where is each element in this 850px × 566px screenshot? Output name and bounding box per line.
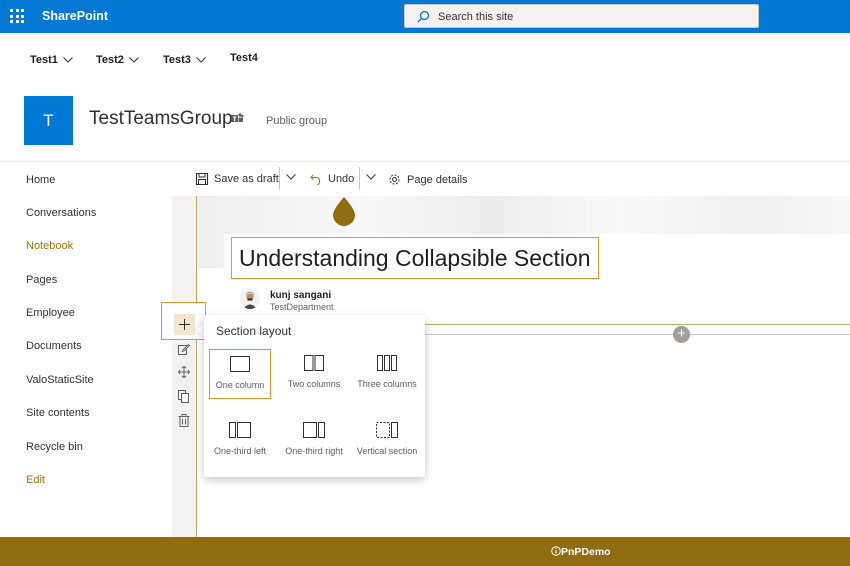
section-layout-heading: Section layout bbox=[216, 324, 292, 338]
hub-item-label: Test4 bbox=[230, 52, 258, 64]
chevron-down-icon bbox=[129, 56, 139, 63]
teams-icon[interactable]: T bbox=[231, 113, 244, 124]
two-columns-icon bbox=[304, 355, 324, 371]
page-title-text: Understanding Collapsible Section bbox=[239, 244, 591, 271]
move-section-icon[interactable] bbox=[178, 366, 190, 378]
page-details-label: Page details bbox=[407, 173, 468, 186]
layout-option-label: One-third right bbox=[285, 446, 343, 456]
layout-option-two-columns[interactable]: Two columns bbox=[283, 349, 345, 399]
nav-item-valostaticsite[interactable]: ValoStaticSite bbox=[26, 374, 94, 386]
layout-option-three-columns[interactable]: Three columns bbox=[356, 349, 418, 399]
edit-section-icon[interactable] bbox=[178, 343, 190, 355]
suite-bar: SharePoint Search this site bbox=[0, 0, 850, 33]
duplicate-section-icon[interactable] bbox=[178, 390, 190, 403]
hub-item-test3[interactable]: Test3 bbox=[163, 54, 206, 66]
app-name[interactable]: SharePoint bbox=[42, 9, 108, 23]
chevron-down-icon bbox=[63, 56, 73, 63]
plus-icon bbox=[179, 319, 190, 330]
nav-item-home[interactable]: Home bbox=[26, 174, 55, 186]
delete-section-icon[interactable] bbox=[178, 414, 190, 427]
footer-bar: PnPDemo bbox=[0, 537, 850, 566]
add-section-circle-button[interactable]: + bbox=[673, 326, 690, 343]
hub-item-label: Test1 bbox=[30, 54, 58, 66]
nav-item-pages[interactable]: Pages bbox=[26, 274, 57, 286]
chevron-down-icon bbox=[196, 56, 206, 63]
save-icon bbox=[196, 173, 208, 185]
layout-option-vertical-section[interactable]: Vertical section bbox=[356, 416, 418, 466]
layout-option-one-column[interactable]: One column bbox=[209, 349, 271, 399]
one-column-icon bbox=[230, 356, 250, 372]
site-type: Public group bbox=[266, 115, 328, 127]
command-separator bbox=[359, 167, 360, 190]
nav-item-recycle-bin[interactable]: Recycle bin bbox=[26, 441, 83, 453]
nav-item-site-contents[interactable]: Site contents bbox=[26, 407, 90, 419]
undo-label: Undo bbox=[328, 173, 355, 185]
site-logo-letter: T bbox=[43, 110, 54, 130]
footer-label-text: PnPDemo bbox=[561, 546, 611, 558]
three-columns-icon bbox=[377, 355, 397, 371]
nav-item-conversations[interactable]: Conversations bbox=[26, 207, 96, 219]
flyout-beak bbox=[196, 322, 204, 338]
layout-option-label: Vertical section bbox=[356, 446, 418, 456]
layout-option-label: Three columns bbox=[357, 379, 417, 389]
one-third-left-icon bbox=[229, 422, 251, 438]
undo-options-dropdown[interactable] bbox=[366, 174, 376, 180]
author-name[interactable]: kunj sangani bbox=[270, 290, 331, 301]
search-icon bbox=[417, 10, 430, 23]
chevron-down-icon bbox=[366, 174, 376, 180]
save-as-draft-label: Save as draft bbox=[214, 173, 279, 185]
search-placeholder: Search this site bbox=[438, 11, 514, 23]
command-bar: Save as draft Undo Page details bbox=[172, 162, 850, 196]
chevron-down-icon bbox=[286, 174, 296, 180]
command-separator bbox=[279, 167, 280, 190]
hub-item-label: Test2 bbox=[96, 54, 124, 66]
layout-option-label: One column bbox=[215, 380, 265, 390]
author-department: TestDepartment bbox=[270, 302, 334, 312]
left-navigation: Home Conversations Notebook Pages Employ… bbox=[0, 162, 172, 537]
site-logo[interactable]: T bbox=[24, 96, 73, 145]
site-title[interactable]: TestTeamsGroup bbox=[89, 108, 233, 130]
page-details-button[interactable]: Page details bbox=[388, 173, 468, 186]
hub-navigation: Test1 Test2 Test3 Test4 bbox=[0, 52, 850, 72]
page-title[interactable]: Understanding Collapsible Section bbox=[231, 237, 599, 279]
save-options-dropdown[interactable] bbox=[286, 174, 296, 180]
nav-edit-link[interactable]: Edit bbox=[26, 474, 45, 486]
avatar[interactable] bbox=[240, 289, 260, 309]
footer-label[interactable]: PnPDemo bbox=[551, 546, 611, 558]
drop-icon[interactable] bbox=[331, 197, 357, 227]
gear-icon bbox=[389, 174, 400, 185]
layout-option-one-third-right[interactable]: One-third right bbox=[283, 416, 345, 466]
one-third-right-icon bbox=[303, 422, 325, 438]
nav-item-documents[interactable]: Documents bbox=[26, 340, 82, 352]
layout-option-label: Two columns bbox=[287, 379, 341, 389]
vertical-section-icon bbox=[376, 422, 398, 438]
nav-item-employee[interactable]: Employee bbox=[26, 307, 75, 319]
search-box[interactable]: Search this site bbox=[404, 4, 759, 28]
undo-icon bbox=[310, 174, 321, 185]
layout-option-label: One-third left bbox=[213, 446, 267, 456]
save-as-draft-button[interactable]: Save as draft bbox=[196, 173, 279, 185]
hub-item-test2[interactable]: Test2 bbox=[96, 54, 139, 66]
undo-button[interactable]: Undo bbox=[310, 173, 354, 185]
hub-item-label: Test3 bbox=[163, 54, 191, 66]
hub-item-test1[interactable]: Test1 bbox=[30, 54, 73, 66]
hub-item-test4[interactable]: Test4 bbox=[230, 52, 258, 64]
info-icon bbox=[551, 546, 561, 556]
nav-item-notebook[interactable]: Notebook bbox=[26, 240, 73, 252]
section-edge-line bbox=[196, 196, 197, 537]
layout-option-one-third-left[interactable]: One-third left bbox=[209, 416, 271, 466]
app-launcher-icon[interactable] bbox=[10, 9, 24, 23]
